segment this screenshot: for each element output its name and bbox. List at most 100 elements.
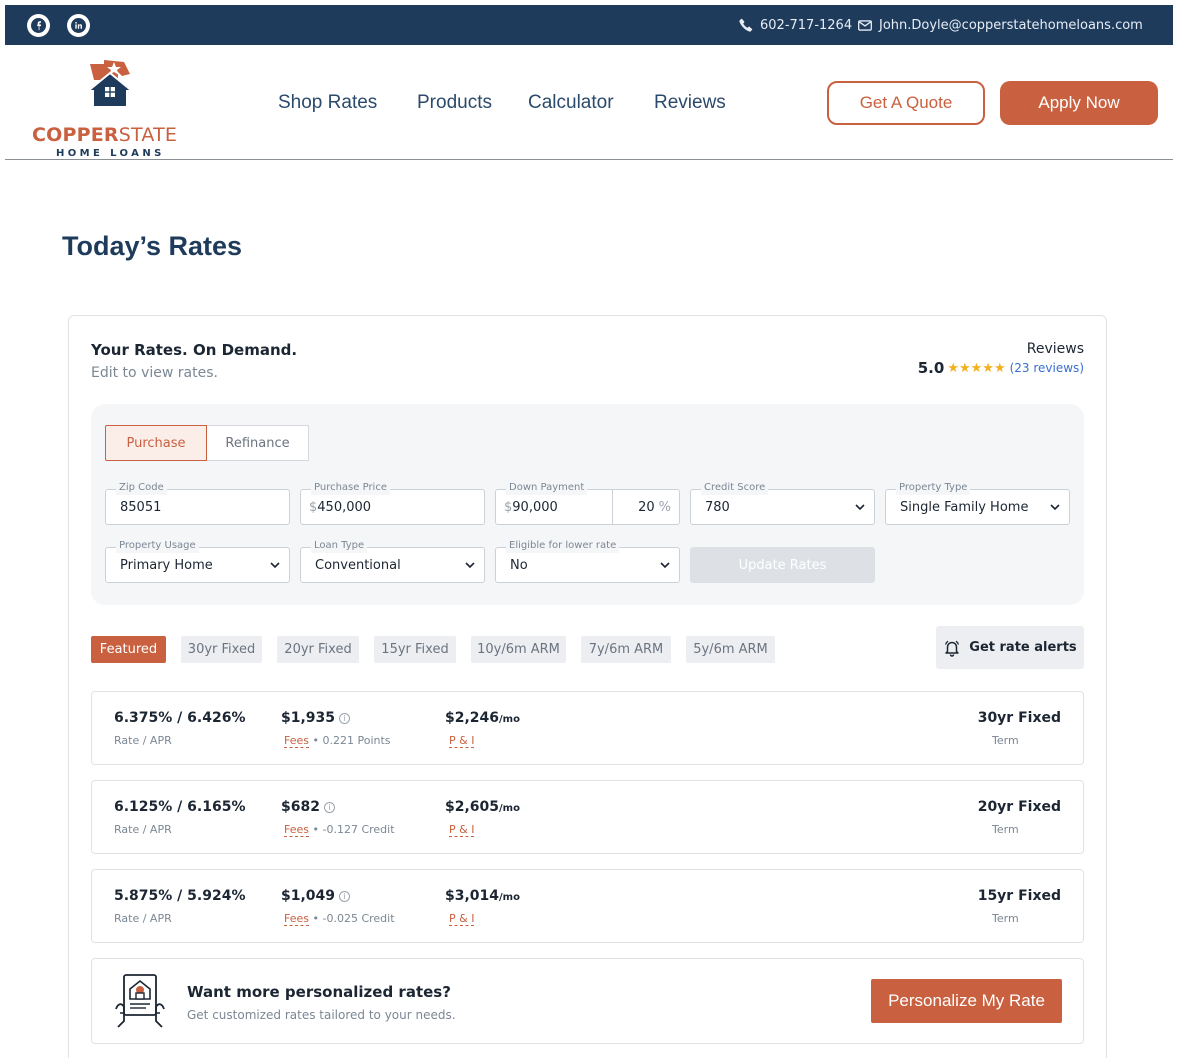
chip-20yr-fixed[interactable]: 20yr Fixed bbox=[277, 636, 359, 663]
down-payment-field[interactable]: Down Payment $90,000 20% bbox=[495, 481, 680, 525]
rate-apr-label: Rate / APR bbox=[114, 823, 172, 836]
monthly-payment: $2,605/mo bbox=[445, 799, 520, 815]
promo-title: Want more personalized rates? bbox=[187, 983, 451, 1001]
monthly-payment: $3,014/mo bbox=[445, 888, 520, 904]
nav-calculator[interactable]: Calculator bbox=[528, 92, 614, 114]
fee-amount: $682 i bbox=[281, 799, 335, 815]
get-a-quote-button[interactable]: Get A Quote bbox=[827, 81, 985, 125]
eligible-lower-rate-select[interactable]: Eligible for lower rate No bbox=[495, 539, 680, 583]
rate-inputs-panel: Purchase Refinance Zip Code 85051 Purcha… bbox=[91, 404, 1084, 605]
fees-detail: Fees • 0.221 Points bbox=[284, 734, 391, 748]
document-house-icon bbox=[115, 974, 165, 1028]
credit-score-select[interactable]: Credit Score 780 bbox=[690, 481, 875, 525]
chip-7y6m-arm[interactable]: 7y/6m ARM bbox=[581, 636, 671, 663]
company-logo[interactable]: COPPERSTATE HOME LOANS bbox=[32, 60, 192, 159]
rate-apr-value: 5.875% / 5.924% bbox=[114, 888, 246, 904]
zip-code-field[interactable]: Zip Code 85051 bbox=[105, 481, 290, 525]
linkedin-icon[interactable] bbox=[67, 14, 90, 37]
star-rating-icon: ★★★★★ bbox=[947, 360, 1006, 376]
principal-interest-link[interactable]: P & I bbox=[449, 734, 475, 748]
chevron-down-icon bbox=[855, 504, 865, 511]
rate-apr-value: 6.375% / 6.426% bbox=[114, 710, 246, 726]
info-icon[interactable]: i bbox=[323, 802, 335, 813]
logo-wordmark: COPPERSTATE bbox=[32, 124, 178, 146]
chip-featured[interactable]: Featured bbox=[91, 636, 166, 663]
pi-detail: P & I bbox=[449, 912, 475, 926]
rate-apr-value: 6.125% / 6.165% bbox=[114, 799, 246, 815]
fees-detail: Fees • -0.127 Credit bbox=[284, 823, 395, 837]
property-usage-select[interactable]: Property Usage Primary Home bbox=[105, 539, 290, 583]
logo-tagline: HOME LOANS bbox=[56, 148, 165, 159]
chip-5y6m-arm[interactable]: 5y/6m ARM bbox=[686, 636, 775, 663]
page-title: Today’s Rates bbox=[62, 231, 243, 261]
review-score: 5.0 bbox=[917, 359, 945, 377]
property-usage-value: Primary Home bbox=[120, 557, 213, 573]
loan-term: 20yr Fixed bbox=[977, 799, 1061, 815]
get-rate-alerts-button[interactable]: Get rate alerts bbox=[936, 626, 1084, 669]
reviews-count-link[interactable]: (23 reviews) bbox=[1010, 361, 1084, 375]
chip-30yr-fixed[interactable]: 30yr Fixed bbox=[181, 636, 262, 663]
loan-term: 30yr Fixed bbox=[977, 710, 1061, 726]
loan-type-select[interactable]: Loan Type Conventional bbox=[300, 539, 485, 583]
chip-15yr-fixed[interactable]: 15yr Fixed bbox=[374, 636, 456, 663]
down-payment-value[interactable]: $90,000 bbox=[504, 490, 558, 524]
nav-shop-rates[interactable]: Shop Rates bbox=[278, 92, 377, 114]
email-address[interactable]: John.Doyle@copperstatehomeloans.com bbox=[879, 18, 1143, 33]
credit-score-value: 780 bbox=[705, 499, 730, 515]
promo-subtitle: Get customized rates tailored to your ne… bbox=[187, 1008, 456, 1022]
nav-reviews[interactable]: Reviews bbox=[654, 92, 726, 114]
nav-products[interactable]: Products bbox=[417, 92, 492, 114]
loan-term-label: Term bbox=[992, 912, 1019, 925]
update-rates-button[interactable]: Update Rates bbox=[690, 547, 875, 583]
reviews-label: Reviews bbox=[1026, 341, 1084, 357]
principal-interest-link[interactable]: P & I bbox=[449, 912, 475, 926]
purchase-price-value[interactable]: $450,000 bbox=[309, 490, 371, 524]
loan-term: 15yr Fixed bbox=[977, 888, 1061, 904]
loan-type-value: Conventional bbox=[315, 557, 401, 573]
chevron-down-icon bbox=[465, 562, 475, 569]
monthly-payment: $2,246/mo bbox=[445, 710, 520, 726]
tab-purchase[interactable]: Purchase bbox=[105, 425, 207, 461]
phone-icon bbox=[739, 18, 753, 32]
fee-amount: $1,049 i bbox=[281, 888, 351, 904]
down-payment-percent[interactable]: 20% bbox=[638, 490, 671, 524]
loan-term-label: Term bbox=[992, 823, 1019, 836]
rate-option-row[interactable]: 6.125% / 6.165% Rate / APR $682 i Fees • … bbox=[91, 780, 1084, 854]
phone-contact[interactable]: 602-717-1264 bbox=[739, 5, 852, 45]
chevron-down-icon bbox=[1050, 504, 1060, 511]
fees-link[interactable]: Fees bbox=[284, 734, 309, 748]
tab-refinance[interactable]: Refinance bbox=[207, 425, 309, 461]
reviews-summary: 5.0 ★★★★★ (23 reviews) bbox=[918, 359, 1084, 377]
chevron-down-icon bbox=[660, 562, 670, 569]
property-type-value: Single Family Home bbox=[900, 499, 1029, 515]
top-contact-bar: 602-717-1264 John.Doyle@copperstatehomel… bbox=[5, 5, 1173, 45]
house-logo-icon bbox=[88, 60, 132, 106]
down-payment-divider bbox=[612, 490, 613, 524]
info-icon[interactable]: i bbox=[339, 713, 351, 724]
fees-link[interactable]: Fees bbox=[284, 912, 309, 926]
rate-apr-label: Rate / APR bbox=[114, 912, 172, 925]
apply-now-button[interactable]: Apply Now bbox=[1000, 81, 1158, 125]
fees-link[interactable]: Fees bbox=[284, 823, 309, 837]
purchase-price-field[interactable]: Purchase Price $450,000 bbox=[300, 481, 485, 525]
eligible-lower-rate-value: No bbox=[510, 557, 528, 573]
widget-subtitle: Edit to view rates. bbox=[91, 365, 218, 381]
personalized-rates-promo: Want more personalized rates? Get custom… bbox=[91, 958, 1084, 1044]
site-header: COPPERSTATE HOME LOANS Shop Rates Produc… bbox=[5, 45, 1173, 160]
rates-widget: Your Rates. On Demand. Edit to view rate… bbox=[68, 315, 1107, 1058]
personalize-my-rate-button[interactable]: Personalize My Rate bbox=[871, 979, 1062, 1023]
phone-number[interactable]: 602-717-1264 bbox=[760, 18, 852, 33]
chevron-down-icon bbox=[270, 562, 280, 569]
principal-interest-link[interactable]: P & I bbox=[449, 823, 475, 837]
facebook-icon[interactable] bbox=[27, 14, 50, 37]
rate-apr-label: Rate / APR bbox=[114, 734, 172, 747]
zip-code-value[interactable]: 85051 bbox=[120, 490, 161, 524]
rate-option-row[interactable]: 6.375% / 6.426% Rate / APR $1,935 i Fees … bbox=[91, 691, 1084, 765]
rate-option-row[interactable]: 5.875% / 5.924% Rate / APR $1,049 i Fees … bbox=[91, 869, 1084, 943]
chip-10y6m-arm[interactable]: 10y/6m ARM bbox=[471, 636, 566, 663]
mail-icon bbox=[858, 19, 872, 31]
info-icon[interactable]: i bbox=[339, 891, 351, 902]
pi-detail: P & I bbox=[449, 734, 475, 748]
property-type-select[interactable]: Property Type Single Family Home bbox=[885, 481, 1070, 525]
email-contact[interactable]: John.Doyle@copperstatehomeloans.com bbox=[858, 5, 1143, 45]
